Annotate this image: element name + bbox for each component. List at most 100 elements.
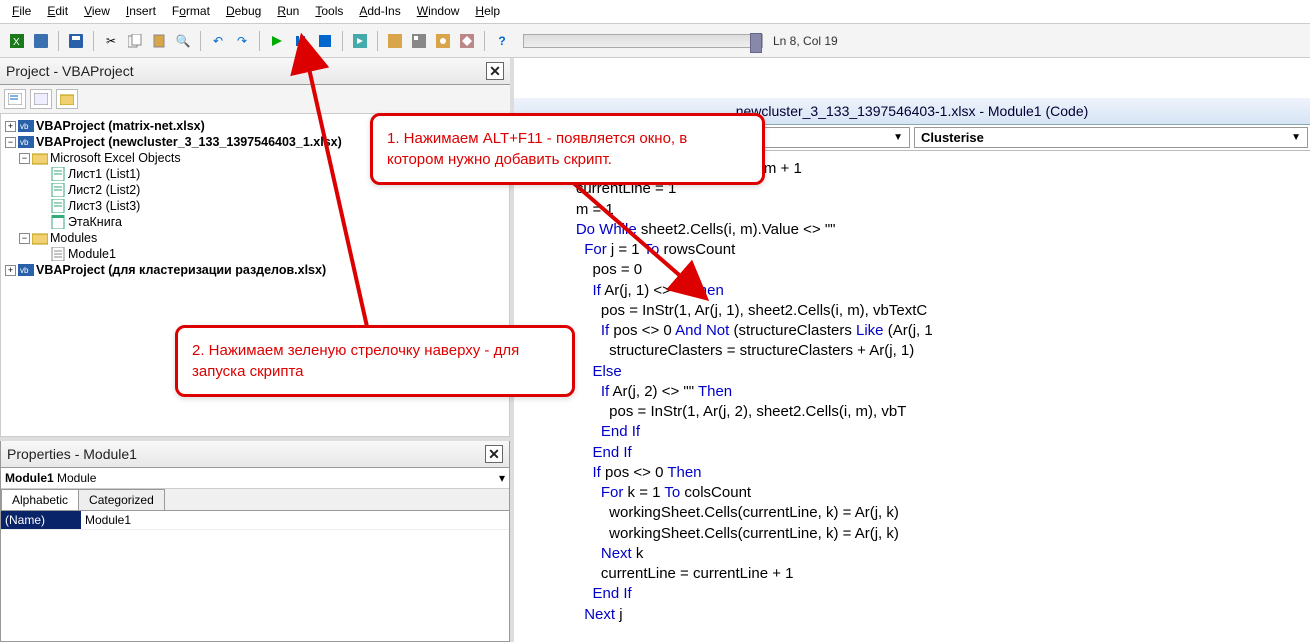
code-line[interactable]: Next j <box>530 605 1310 625</box>
menu-debug[interactable]: Debug <box>218 2 269 21</box>
project-pane-title: Project - VBAProject ✕ <box>0 58 510 85</box>
run-button[interactable] <box>266 30 288 52</box>
toolbox-button[interactable] <box>456 30 478 52</box>
code-line[interactable]: pos = InStr(1, Ar(j, 2), sheet2.Cells(i,… <box>530 402 1310 422</box>
code-line[interactable]: currentLine = currentLine + 1 <box>530 564 1310 584</box>
tree-item[interactable]: +vbVBAProject (для кластеризации раздело… <box>5 262 505 278</box>
code-line[interactable]: m = 1 <box>530 200 1310 220</box>
code-line[interactable]: workingSheet.Cells(currentLine, k) = Ar(… <box>530 524 1310 544</box>
separator <box>342 31 343 51</box>
properties-pane-title: Properties - Module1 ✕ <box>1 441 509 468</box>
break-button[interactable] <box>290 30 312 52</box>
svg-text:vb: vb <box>20 138 29 147</box>
code-line[interactable]: Else <box>530 362 1310 382</box>
svg-text:vb: vb <box>20 122 29 131</box>
help-button[interactable]: ? <box>491 30 513 52</box>
cursor-position: Ln 8, Col 19 <box>773 34 838 48</box>
close-icon[interactable]: ✕ <box>486 62 504 80</box>
code-line[interactable]: End If <box>530 443 1310 463</box>
tab-categorized[interactable]: Categorized <box>78 489 165 510</box>
property-row[interactable]: (Name) Module1 <box>1 511 509 530</box>
view-code-button[interactable] <box>4 89 26 109</box>
code-line[interactable]: If Ar(j, 1) <> "" Then <box>530 281 1310 301</box>
menu-file[interactable]: File <box>4 2 39 21</box>
code-line[interactable]: For j = 1 To rowsCount <box>530 240 1310 260</box>
view-object-button[interactable] <box>30 89 52 109</box>
code-line[interactable]: If pos <> 0 Then <box>530 463 1310 483</box>
code-line[interactable]: End If <box>530 422 1310 442</box>
tree-item-label: VBAProject (matrix-net.xlsx) <box>36 119 205 133</box>
tree-item[interactable]: ЭтаКнига <box>5 214 505 230</box>
menu-edit[interactable]: Edit <box>39 2 76 21</box>
properties-grid[interactable]: (Name) Module1 <box>1 511 509 641</box>
expand-icon[interactable]: − <box>5 137 16 148</box>
code-line[interactable]: If Ar(j, 2) <> "" Then <box>530 382 1310 402</box>
code-line[interactable]: Do While sheet2.Cells(i, m).Value <> "" <box>530 220 1310 240</box>
toggle-folders-button[interactable] <box>56 89 78 109</box>
paste-button[interactable] <box>148 30 170 52</box>
separator <box>377 31 378 51</box>
tree-item-label: VBAProject (для кластеризации разделов.x… <box>36 263 326 277</box>
tree-item[interactable]: −Modules <box>5 230 505 246</box>
properties-button[interactable] <box>408 30 430 52</box>
find-button[interactable]: 🔍 <box>172 30 194 52</box>
sheet-icon <box>50 183 66 197</box>
copy-button[interactable] <box>124 30 146 52</box>
object-browser-button[interactable] <box>432 30 454 52</box>
code-line[interactable]: structureClasters = structureClasters + … <box>530 341 1310 361</box>
save-dropdown-button[interactable] <box>30 30 52 52</box>
properties-title-text: Properties - Module1 <box>7 446 137 462</box>
expand-icon[interactable]: − <box>19 233 30 244</box>
code-editor[interactable]: etNum = workingSheetNum + 1 currentLine … <box>514 151 1310 642</box>
code-line[interactable]: pos = InStr(1, Ar(j, 1), sheet2.Cells(i,… <box>530 301 1310 321</box>
property-value[interactable]: Module1 <box>81 511 509 529</box>
reset-button[interactable] <box>314 30 336 52</box>
procedure-dropdown[interactable]: Clusterise ▼ <box>914 127 1308 148</box>
tree-item-label: Лист2 (List2) <box>68 183 140 197</box>
callout-1-text: 1. Нажимаем ALT+F11 - появляется окно, в… <box>387 130 687 168</box>
callout-2-text: 2. Нажимаем зеленую стрелочку наверху - … <box>192 342 519 380</box>
tab-alphabetic[interactable]: Alphabetic <box>1 489 79 510</box>
expand-icon[interactable]: − <box>19 153 30 164</box>
tree-item[interactable]: Лист3 (List3) <box>5 198 505 214</box>
expand-icon[interactable]: + <box>5 265 16 276</box>
chevron-down-icon: ▼ <box>893 132 903 143</box>
redo-button[interactable]: ↷ <box>231 30 253 52</box>
toolbar-slider[interactable] <box>523 34 763 48</box>
save-button[interactable] <box>65 30 87 52</box>
menu-tools[interactable]: Tools <box>307 2 351 21</box>
tree-item-label: Лист1 (List1) <box>68 167 140 181</box>
separator <box>58 31 59 51</box>
tree-item[interactable]: Module1 <box>5 246 505 262</box>
menu-bar: FileEditViewInsertFormatDebugRunToolsAdd… <box>0 0 1310 24</box>
code-line[interactable]: For k = 1 To colsCount <box>530 483 1310 503</box>
menu-add-ins[interactable]: Add-Ins <box>351 2 408 21</box>
project-explorer-button[interactable] <box>384 30 406 52</box>
menu-view[interactable]: View <box>76 2 118 21</box>
vba-icon: vb <box>18 263 34 277</box>
annotation-callout-2: 2. Нажимаем зеленую стрелочку наверху - … <box>175 325 575 397</box>
project-toolbar <box>0 85 510 114</box>
tree-item-label: VBAProject (newcluster_3_133_1397546403_… <box>36 135 342 149</box>
menu-run[interactable]: Run <box>269 2 307 21</box>
properties-object-selector[interactable]: Module1 Module ▾ <box>1 468 509 489</box>
design-mode-button[interactable] <box>349 30 371 52</box>
menu-format[interactable]: Format <box>164 2 218 21</box>
menu-window[interactable]: Window <box>409 2 468 21</box>
undo-button[interactable]: ↶ <box>207 30 229 52</box>
excel-icon[interactable]: X <box>6 30 28 52</box>
code-line[interactable]: workingSheet.Cells(currentLine, k) = Ar(… <box>530 503 1310 523</box>
vba-icon: vb <box>18 119 34 133</box>
expand-icon[interactable]: + <box>5 121 16 132</box>
cut-button[interactable]: ✂ <box>100 30 122 52</box>
menu-help[interactable]: Help <box>467 2 508 21</box>
menu-insert[interactable]: Insert <box>118 2 164 21</box>
project-pane-title-text: Project - VBAProject <box>6 63 134 79</box>
code-line[interactable]: End If <box>530 584 1310 604</box>
separator <box>93 31 94 51</box>
code-line[interactable]: If pos <> 0 And Not (structureClasters L… <box>530 321 1310 341</box>
code-line[interactable]: Next k <box>530 544 1310 564</box>
close-icon[interactable]: ✕ <box>485 445 503 463</box>
procedure-dd-value: Clusterise <box>921 130 984 145</box>
code-line[interactable]: pos = 0 <box>530 260 1310 280</box>
